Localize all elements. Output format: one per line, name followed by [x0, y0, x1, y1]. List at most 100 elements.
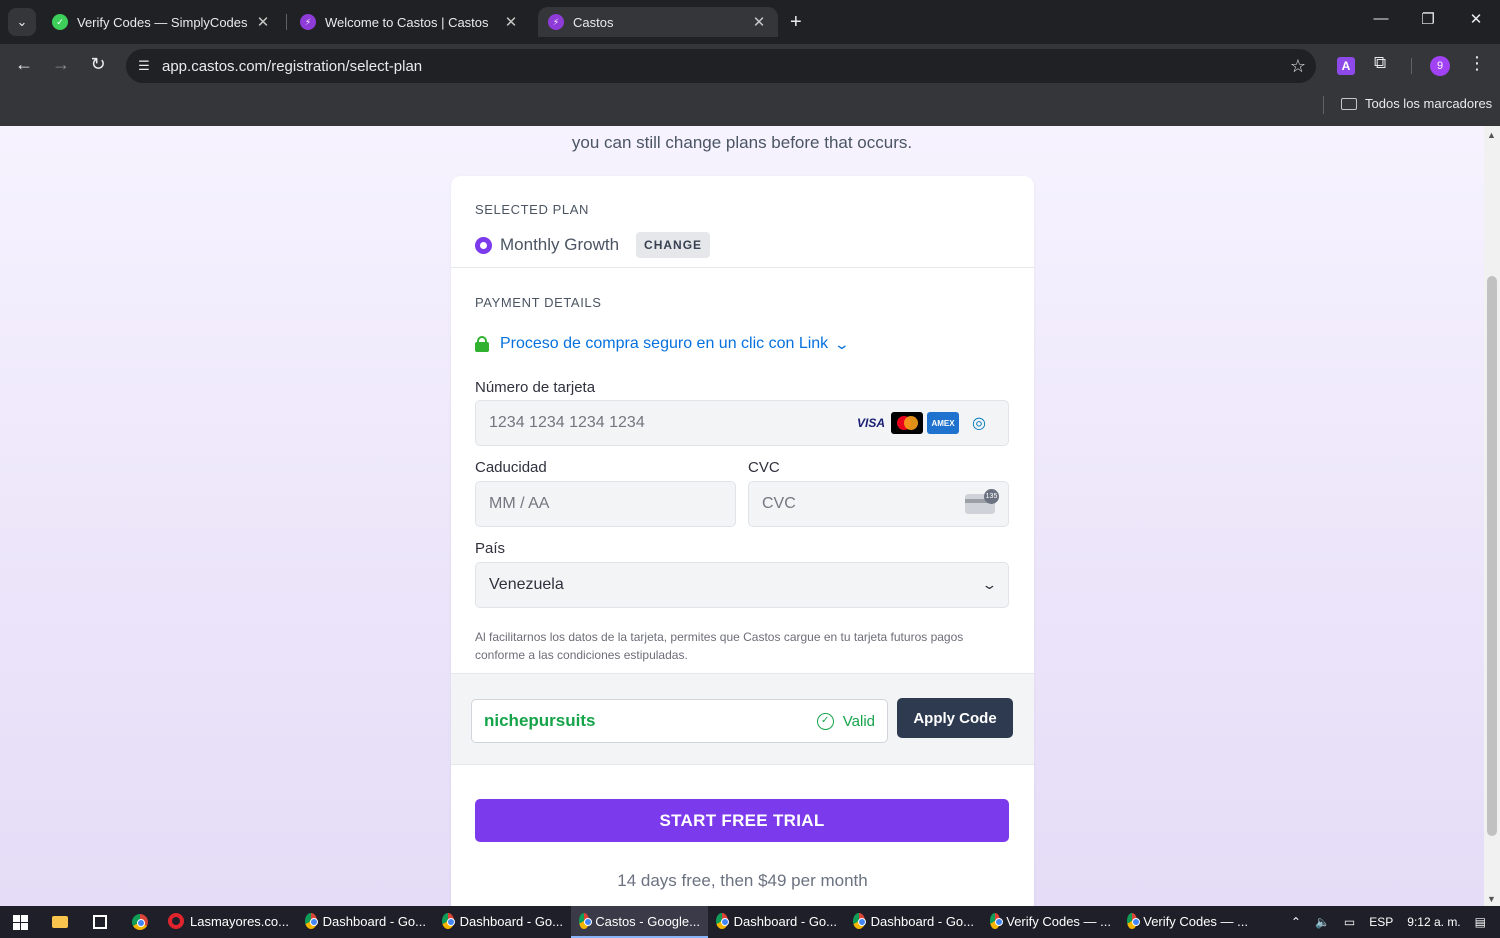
chevron-down-icon: ⌄ — [16, 14, 28, 29]
bookmarks-divider — [1323, 96, 1324, 114]
card-number-label: Número de tarjeta — [475, 379, 596, 396]
show-hidden-icons-icon[interactable]: ⌃ — [1291, 915, 1301, 929]
windows-taskbar: Lasmayores.co... Dashboard - Go... Dashb… — [0, 906, 1500, 938]
taskbar-item-verify-codes[interactable]: Verify Codes — ... — [982, 906, 1119, 938]
taskbar-item-dashboard[interactable]: Dashboard - Go... — [708, 906, 845, 938]
restore-icon[interactable]: ❐ — [1416, 10, 1440, 28]
plan-name: Monthly Growth — [500, 235, 620, 254]
site-settings-icon[interactable]: ☰ — [126, 58, 162, 74]
tab-title: Welcome to Castos | Castos — [325, 14, 489, 30]
amex-icon: AMEX — [927, 412, 959, 434]
chrome-icon — [716, 913, 729, 929]
tab-castos-active[interactable]: ⚡ Castos ✕ — [538, 7, 778, 37]
change-plan-button[interactable]: CHANGE — [636, 232, 711, 258]
lock-icon — [475, 336, 489, 352]
taskbar-item-label: Dashboard - Go... — [870, 913, 974, 929]
back-arrow-icon[interactable]: ← — [12, 54, 36, 75]
cvc-badge: 135 — [984, 489, 999, 504]
more-menu-icon[interactable]: ⋮ — [1468, 53, 1486, 74]
language-indicator[interactable]: ESP — [1369, 915, 1393, 929]
expiry-label: Caducidad — [475, 459, 547, 476]
tab-search-button[interactable]: ⌄ — [8, 8, 36, 36]
close-tab-icon[interactable]: ✕ — [750, 13, 768, 31]
card-number-placeholder: 1234 1234 1234 1234 — [489, 414, 645, 431]
link-secure-checkout[interactable]: Proceso de compra seguro en un clic con … — [475, 335, 850, 353]
system-tray: ⌃ 🔈 ▭ ESP 9:12 a. m. ▤ — [1291, 915, 1500, 929]
taskbar-item-dashboard[interactable]: Dashboard - Go... — [434, 906, 571, 938]
coupon-valid-status: ✓ Valid — [816, 712, 875, 730]
tab-separator — [286, 14, 287, 30]
taskbar-item-dashboard[interactable]: Dashboard - Go... — [845, 906, 982, 938]
chrome-icon — [442, 913, 455, 929]
page-scrollbar[interactable]: ▲ ▼ — [1484, 126, 1500, 906]
taskbar-item-castos[interactable]: Castos - Google... — [571, 906, 708, 938]
bookmarks-bar: Todos los marcadores — [0, 88, 1500, 126]
tab-title: Castos — [573, 14, 614, 30]
store-icon[interactable] — [80, 906, 120, 938]
all-bookmarks-button[interactable]: Todos los marcadores — [1341, 96, 1492, 111]
chrome-pinned-icon[interactable] — [120, 906, 160, 938]
country-label: País — [475, 540, 506, 557]
taskbar-item-label: Dashboard - Go... — [459, 913, 563, 929]
minimize-icon[interactable]: — — [1369, 10, 1393, 27]
tab-welcome-castos[interactable]: ⚡ Welcome to Castos | Castos ✕ — [290, 7, 530, 37]
taskbar-item-verify-codes[interactable]: Verify Codes — ... — [1119, 906, 1256, 938]
network-icon[interactable]: ▭ — [1344, 915, 1355, 929]
chrome-icon — [990, 913, 1004, 929]
extensions-puzzle-icon[interactable]: ⧉ — [1374, 53, 1386, 73]
plan-radio[interactable] — [475, 236, 492, 254]
mastercard-icon — [891, 412, 923, 434]
taskbar-item-dashboard[interactable]: Dashboard - Go... — [297, 906, 434, 938]
link-checkout-text: Proceso de compra seguro en un clic con … — [500, 335, 829, 352]
coupon-code: nichepursuits — [484, 711, 596, 730]
extension-a-icon[interactable]: A — [1337, 57, 1355, 75]
country-value: Venezuela — [489, 576, 564, 593]
cvc-input[interactable]: CVC 135 — [748, 481, 1009, 527]
all-bookmarks-label: Todos los marcadores — [1365, 96, 1493, 111]
diners-icon: ◎ — [972, 415, 986, 432]
card-brands: VISA AMEX ◎ — [855, 412, 995, 434]
reload-icon[interactable]: ↻ — [86, 54, 110, 75]
taskbar-item-label: Verify Codes — ... — [1006, 913, 1111, 929]
card-number-input[interactable]: 1234 1234 1234 1234 VISA AMEX ◎ — [475, 400, 1009, 446]
new-tab-plus-icon[interactable]: + — [790, 11, 802, 34]
coupon-section: nichepursuits ✓ Valid Apply Code — [451, 673, 1034, 765]
close-window-icon[interactable]: ✕ — [1464, 10, 1488, 28]
scroll-thumb[interactable] — [1487, 276, 1497, 836]
profile-avatar[interactable]: 9 — [1430, 56, 1450, 76]
section-divider — [451, 267, 1034, 268]
trial-note: 14 days free, then $49 per month — [617, 871, 868, 890]
taskbar-item-lasmayores[interactable]: Lasmayores.co... — [160, 906, 297, 938]
expiry-placeholder: MM / AA — [489, 495, 550, 512]
forward-arrow-icon[interactable]: → — [49, 54, 73, 75]
volume-icon[interactable]: 🔈 — [1315, 915, 1330, 929]
taskbar-item-label: Dashboard - Go... — [322, 913, 426, 929]
toolbar-divider — [1411, 58, 1412, 74]
apply-code-button[interactable]: Apply Code — [897, 698, 1013, 738]
start-button[interactable] — [0, 906, 40, 938]
close-tab-icon[interactable]: ✕ — [502, 13, 520, 31]
taskbar-item-label: Lasmayores.co... — [190, 913, 289, 929]
chrome-icon — [1127, 913, 1141, 929]
scroll-up-icon[interactable]: ▲ — [1487, 130, 1496, 140]
url-text[interactable]: app.castos.com/registration/select-plan — [162, 58, 1280, 75]
close-tab-icon[interactable]: ✕ — [254, 13, 272, 31]
file-explorer-icon[interactable] — [40, 906, 80, 938]
scroll-down-icon[interactable]: ▼ — [1487, 894, 1496, 904]
bookmark-star-icon[interactable]: ☆ — [1280, 56, 1316, 77]
clock[interactable]: 9:12 a. m. — [1407, 915, 1460, 929]
checkout-card: SELECTED PLAN Monthly Growth CHANGE PAYM… — [451, 176, 1034, 906]
coupon-input[interactable]: nichepursuits ✓ Valid — [471, 699, 888, 743]
expiry-input[interactable]: MM / AA — [475, 481, 736, 527]
check-circle-icon: ✓ — [816, 712, 834, 730]
castos-favicon-icon: ⚡ — [548, 14, 564, 30]
tab-verify-codes[interactable]: ✓ Verify Codes — SimplyCodes ✕ — [42, 7, 282, 37]
country-select[interactable]: Venezuela ⌄ — [475, 562, 1009, 608]
cvc-placeholder: CVC — [762, 495, 796, 512]
taskbar-item-label: Castos - Google... — [595, 913, 700, 929]
selected-plan-heading: SELECTED PLAN — [475, 202, 590, 217]
cvc-card-icon: 135 — [965, 489, 999, 514]
notifications-icon[interactable]: ▤ — [1475, 915, 1486, 929]
start-free-trial-button[interactable]: START FREE TRIAL — [475, 799, 1009, 842]
address-bar[interactable]: ☰ app.castos.com/registration/select-pla… — [126, 49, 1316, 83]
